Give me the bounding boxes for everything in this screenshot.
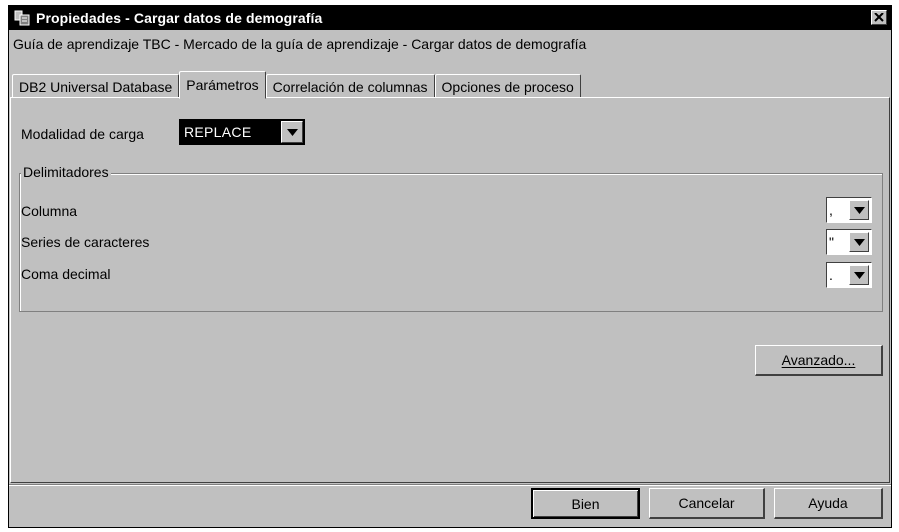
ok-button[interactable]: Bien <box>531 488 640 519</box>
delimiters-title: Delimitadores <box>21 164 111 180</box>
decimal-point-label: Coma decimal <box>21 266 111 282</box>
column-delimiter-dropdown-button[interactable] <box>849 200 869 220</box>
load-mode-label: Modalidad de carga <box>21 126 144 142</box>
help-button[interactable]: Ayuda <box>774 488 883 519</box>
tab-db2-universal-database[interactable]: DB2 Universal Database <box>12 74 180 98</box>
title-bar: Propiedades - Cargar datos de demografía <box>9 6 891 30</box>
decimal-point-dropdown-button[interactable] <box>849 265 869 285</box>
column-delimiter-value: , <box>829 202 833 218</box>
help-button-label: Ayuda <box>808 495 848 511</box>
load-mode-dropdown-button[interactable] <box>281 121 303 143</box>
cancel-button[interactable]: Cancelar <box>649 488 765 519</box>
ok-button-label: Bien <box>571 495 600 512</box>
tab-parametros[interactable]: Parámetros <box>179 71 266 99</box>
string-delimiter-label: Series de caracteres <box>21 234 150 250</box>
close-button[interactable] <box>871 10 887 25</box>
advanced-button[interactable]: Avanzado... <box>755 345 883 376</box>
chevron-down-icon <box>853 271 865 279</box>
chevron-down-icon <box>853 238 865 246</box>
column-delimiter-select[interactable]: , <box>826 197 872 223</box>
load-mode-value: REPLACE <box>184 124 252 140</box>
decimal-point-select[interactable]: . <box>826 262 872 288</box>
footer-separator <box>9 484 891 486</box>
properties-dialog: Propiedades - Cargar datos de demografía… <box>8 5 892 528</box>
string-delimiter-value: " <box>829 234 834 250</box>
dialog-subtitle: Guía de aprendizaje TBC - Mercado de la … <box>13 36 587 52</box>
app-properties-icon <box>14 10 30 26</box>
load-mode-select[interactable]: REPLACE <box>179 119 305 145</box>
string-delimiter-dropdown-button[interactable] <box>849 232 869 252</box>
decimal-point-value: . <box>829 267 833 283</box>
advanced-button-label: Avanzado... <box>781 352 856 368</box>
close-icon <box>874 13 884 22</box>
tab-bar: DB2 Universal Database Parámetros Correl… <box>12 70 581 99</box>
tab-opciones-de-proceso[interactable]: Opciones de proceso <box>434 74 581 98</box>
column-delimiter-label: Columna <box>21 203 78 219</box>
tab-correlacion-de-columnas[interactable]: Correlación de columnas <box>265 74 435 98</box>
cancel-button-label: Cancelar <box>678 495 735 511</box>
window-title: Propiedades - Cargar datos de demografía <box>36 10 323 26</box>
chevron-down-icon <box>853 206 865 214</box>
string-delimiter-select[interactable]: " <box>826 229 872 255</box>
chevron-down-icon <box>286 128 298 136</box>
